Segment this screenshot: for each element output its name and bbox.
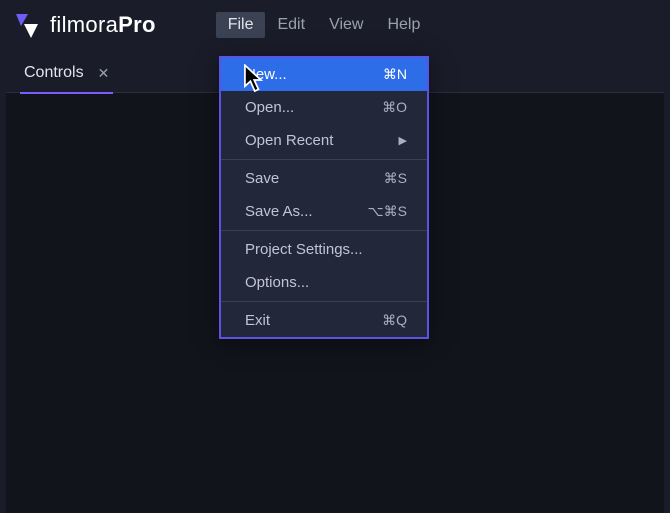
menu-item-open[interactable]: Open... ⌘O: [221, 91, 427, 124]
menu-item-label: Save As...: [245, 203, 313, 220]
app-name: filmoraPro: [50, 12, 156, 38]
titlebar: filmoraPro FileEditViewHelp: [0, 0, 670, 50]
menu-item-label: Project Settings...: [245, 241, 363, 258]
menu-item-label: Open Recent: [245, 132, 333, 149]
menu-separator: [221, 159, 427, 160]
menu-edit[interactable]: Edit: [265, 12, 317, 38]
menu-item-shortcut: ⌥⌘S: [368, 203, 407, 220]
menu-file[interactable]: File: [216, 12, 266, 38]
tab-controls[interactable]: Controls ✕: [20, 58, 113, 94]
menu-separator: [221, 301, 427, 302]
menu-item-save-as[interactable]: Save As... ⌥⌘S: [221, 195, 427, 228]
app-logo: filmoraPro: [14, 12, 156, 38]
menu-item-options[interactable]: Options...: [221, 266, 427, 299]
menu-item-save[interactable]: Save ⌘S: [221, 162, 427, 195]
menu-item-shortcut: ⌘S: [384, 170, 407, 187]
filmora-logo-icon: [14, 12, 40, 38]
menu-view[interactable]: View: [317, 12, 375, 38]
file-menu-dropdown: New...⌘NOpen...⌘OOpen Recent▶Save⌘SSave …: [219, 56, 429, 339]
menu-item-exit[interactable]: Exit ⌘Q: [221, 304, 427, 337]
app-name-base: filmora: [50, 12, 118, 37]
menu-item-shortcut: ⌘O: [382, 99, 407, 116]
menu-item-shortcut: ⌘N: [383, 66, 407, 83]
menu-separator: [221, 230, 427, 231]
menu-item-label: New...: [245, 66, 287, 83]
menu-item-project-settings[interactable]: Project Settings...: [221, 233, 427, 266]
menu-item-new[interactable]: New... ⌘N: [221, 58, 427, 91]
menu-item-label: Open...: [245, 99, 294, 116]
menu-item-label: Save: [245, 170, 279, 187]
chevron-right-icon: ▶: [399, 134, 407, 147]
app-name-suffix: Pro: [118, 12, 156, 37]
menu-item-label: Options...: [245, 274, 309, 291]
menu-item-shortcut: ⌘Q: [382, 312, 407, 329]
menu-item-open-recent[interactable]: Open Recent ▶: [221, 124, 427, 157]
menu-item-label: Exit: [245, 312, 270, 329]
close-icon[interactable]: ✕: [98, 65, 110, 82]
menu-help[interactable]: Help: [375, 12, 432, 38]
menubar: FileEditViewHelp: [216, 12, 433, 38]
tab-label: Controls: [24, 64, 84, 82]
